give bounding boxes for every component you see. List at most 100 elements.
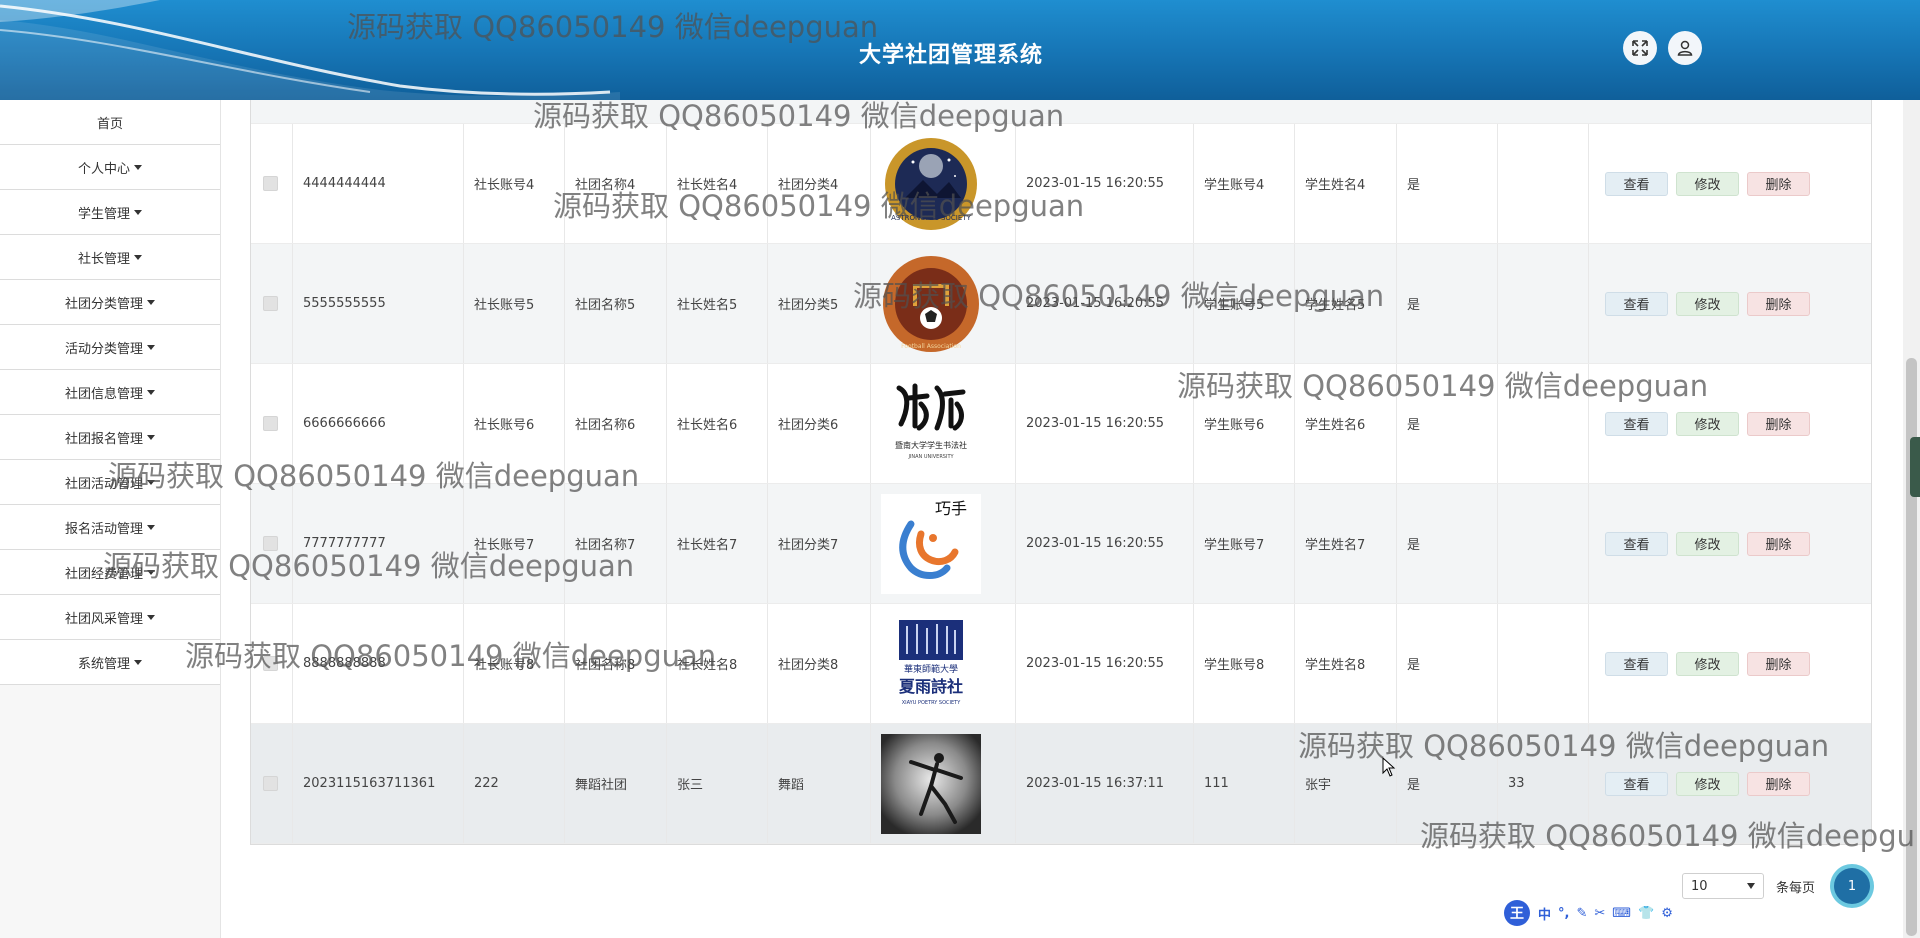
svg-text:ASTRONOMIC SOCIETY: ASTRONOMIC SOCIETY [891,214,971,222]
sidebar-item-label: 社团经费管理 [64,566,143,582]
svg-text:巧手: 巧手 [935,499,967,518]
sidebar-item-home[interactable]: 首页 [0,100,220,145]
sidebar-item-leaders[interactable]: 社长管理 [0,235,220,280]
cell-club-name: 舞蹈社团 [565,724,667,843]
sidebar-item-label: 社团报名管理 [64,431,143,447]
table-row[interactable]: 8888888888 社长账号8 社团名称8 社长姓名8 社团分类8 華東師範大… [251,604,1871,724]
ime-skin-icon[interactable]: 👕 [1638,906,1654,921]
delete-button[interactable]: 删除 [1747,411,1810,436]
user-menu-button[interactable] [1668,31,1702,65]
ime-toolbar[interactable]: 王 中 °, ✎ ✂ ⌨ 👕 ⚙ [1504,900,1704,926]
table-row[interactable]: 6666666666 社长账号6 社团名称6 社长姓名6 社团分类6 暨南大学学… [251,364,1871,484]
cell-leader-account: 社长账号6 [464,364,565,483]
cell-leader-name: 社长姓名7 [667,484,768,603]
row-checkbox-cell [251,484,293,603]
cell-student-account: 学生账号7 [1194,484,1295,603]
cell-time: 2023-01-15 16:20:55 [1016,244,1194,363]
football-association-logo: Football Association [881,254,981,354]
caret-down-icon [147,389,155,395]
row-checkbox[interactable] [263,536,278,551]
sidebar-item-club-showcase[interactable]: 社团风采管理 [0,595,220,640]
sidebar-item-activity-categories[interactable]: 活动分类管理 [0,325,220,370]
row-checkbox[interactable] [263,656,278,671]
cell-club-name: 社团名称8 [565,604,667,723]
delete-button[interactable]: 删除 [1747,171,1810,196]
view-button[interactable]: 查看 [1605,291,1668,316]
ime-punctuation-icon[interactable]: °, [1558,906,1569,921]
sidebar-item-system[interactable]: 系统管理 [0,640,220,685]
cell-leader-account: 社长账号5 [464,244,565,363]
table-row-partial [251,100,1871,124]
cell-logo [871,724,1016,843]
cell-id: 7777777777 [293,484,464,603]
sidebar-item-students[interactable]: 学生管理 [0,190,220,235]
row-checkbox-cell [251,124,293,243]
ime-scissors-icon[interactable]: ✂ [1594,906,1605,921]
cell-category: 社团分类6 [768,364,871,483]
cell-student-account: 学生账号4 [1194,124,1295,243]
chevron-down-icon [1747,883,1755,889]
cell-approved: 是 [1397,604,1498,723]
sidebar-item-club-activities[interactable]: 社团活动管理 [0,460,220,505]
view-button[interactable]: 查看 [1605,531,1668,556]
table-row[interactable]: 5555555555 社长账号5 社团名称5 社长姓名5 社团分类5 Footb… [251,244,1871,364]
cell-category: 社团分类4 [768,124,871,243]
sidebar-item-club-categories[interactable]: 社团分类管理 [0,280,220,325]
sidebar-item-label: 个人中心 [77,161,130,177]
table-row[interactable]: 7777777777 社长账号7 社团名称7 社长姓名7 社团分类7 巧手 20… [251,484,1871,604]
ime-keyboard-icon[interactable]: ⌨ [1612,906,1631,921]
row-checkbox-cell [251,364,293,483]
cell-logo: 華東師範大學 夏雨詩社 XIAYU POETRY SOCIETY [871,604,1016,723]
edit-button[interactable]: 修改 [1676,651,1739,676]
cell-time: 2023-01-15 16:37:11 [1016,724,1194,843]
sidebar-item-personal-center[interactable]: 个人中心 [0,145,220,190]
caret-down-icon [147,344,155,350]
row-checkbox[interactable] [263,296,278,311]
sidebar-item-label: 社团信息管理 [64,386,143,402]
row-checkbox[interactable] [263,416,278,431]
cell-actions: 查看 修改 删除 [1589,244,1873,363]
table-row[interactable]: 2023115163711361 222 舞蹈社团 张三 舞蹈 2023-01-… [251,724,1871,844]
sidebar-item-club-funds[interactable]: 社团经费管理 [0,550,220,595]
ime-settings-icon[interactable]: ⚙ [1661,906,1673,921]
cell-extra [1498,364,1589,483]
delete-button[interactable]: 删除 [1747,651,1810,676]
cell-logo: 暨南大学学生书法社 JINAN UNIVERSITY [871,364,1016,483]
delete-button[interactable]: 删除 [1747,291,1810,316]
side-panel-handle[interactable] [1910,437,1920,497]
view-button[interactable]: 查看 [1605,651,1668,676]
app-root: 大学社团管理系统 首页 个人中心 学生管理 社长管理 社团分类管理 活动分类管理… [0,0,1920,938]
cell-leader-name: 社长姓名6 [667,364,768,483]
edit-button[interactable]: 修改 [1676,531,1739,556]
ime-handwriting-icon[interactable]: ✎ [1576,906,1587,921]
cell-approved: 是 [1397,244,1498,363]
caret-down-icon [134,659,142,665]
ime-chinese-mode[interactable]: 中 [1538,904,1551,923]
sidebar-item-activity-signup[interactable]: 报名活动管理 [0,505,220,550]
view-button[interactable]: 查看 [1605,411,1668,436]
cell-time: 2023-01-15 16:20:55 [1016,364,1194,483]
caret-down-icon [134,254,142,260]
top-header: 大学社团管理系统 [0,0,1920,100]
row-checkbox[interactable] [263,176,278,191]
fullscreen-button[interactable] [1623,31,1657,65]
edit-button[interactable]: 修改 [1676,771,1739,796]
ime-logo-icon[interactable]: 王 [1504,900,1530,926]
sidebar-item-club-signup[interactable]: 社团报名管理 [0,415,220,460]
edit-button[interactable]: 修改 [1676,171,1739,196]
ime-toolbar-items: 中 °, ✎ ✂ ⌨ 👕 ⚙ [1534,902,1677,924]
edit-button[interactable]: 修改 [1676,411,1739,436]
view-button[interactable]: 查看 [1605,771,1668,796]
cell-actions: 查看 修改 删除 [1589,484,1873,603]
delete-button[interactable]: 删除 [1747,771,1810,796]
page-number-button[interactable]: 1 [1834,868,1870,904]
page-size-select[interactable]: 10 [1682,873,1764,899]
row-checkbox[interactable] [263,776,278,791]
sidebar-item-label: 系统管理 [77,656,130,672]
cell-club-name: 社团名称5 [565,244,667,363]
sidebar-item-club-info[interactable]: 社团信息管理 [0,370,220,415]
view-button[interactable]: 查看 [1605,171,1668,196]
delete-button[interactable]: 删除 [1747,531,1810,556]
edit-button[interactable]: 修改 [1676,291,1739,316]
table-row[interactable]: 4444444444 社长账号4 社团名称4 社长姓名4 社团分类4 ASTRO… [251,124,1871,244]
